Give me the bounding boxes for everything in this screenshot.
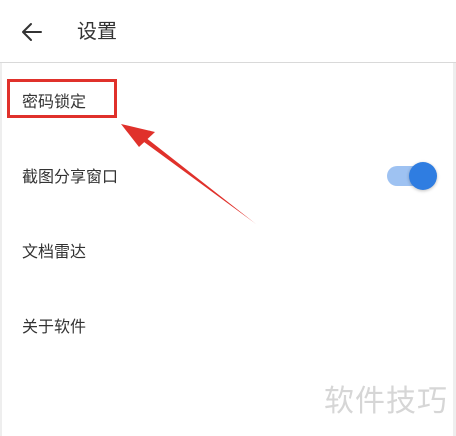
watermark-text: 软件技巧 (324, 384, 448, 419)
back-button[interactable] (12, 12, 52, 52)
annotation-arrow-icon (121, 124, 256, 224)
settings-item-screenshot-share[interactable]: 截图分享窗口 (22, 166, 118, 188)
header-divider (0, 62, 456, 63)
highlight-box (7, 79, 117, 118)
arrow-left-icon (22, 23, 42, 41)
settings-item-document-radar[interactable]: 文档雷达 (22, 241, 86, 263)
frame-left-border (0, 0, 2, 436)
toggle-thumb (409, 162, 437, 190)
page-title: 设置 (77, 19, 117, 43)
settings-item-about[interactable]: 关于软件 (22, 316, 86, 338)
screenshot-share-toggle[interactable] (387, 162, 437, 190)
app-header: 设置 (0, 0, 456, 62)
